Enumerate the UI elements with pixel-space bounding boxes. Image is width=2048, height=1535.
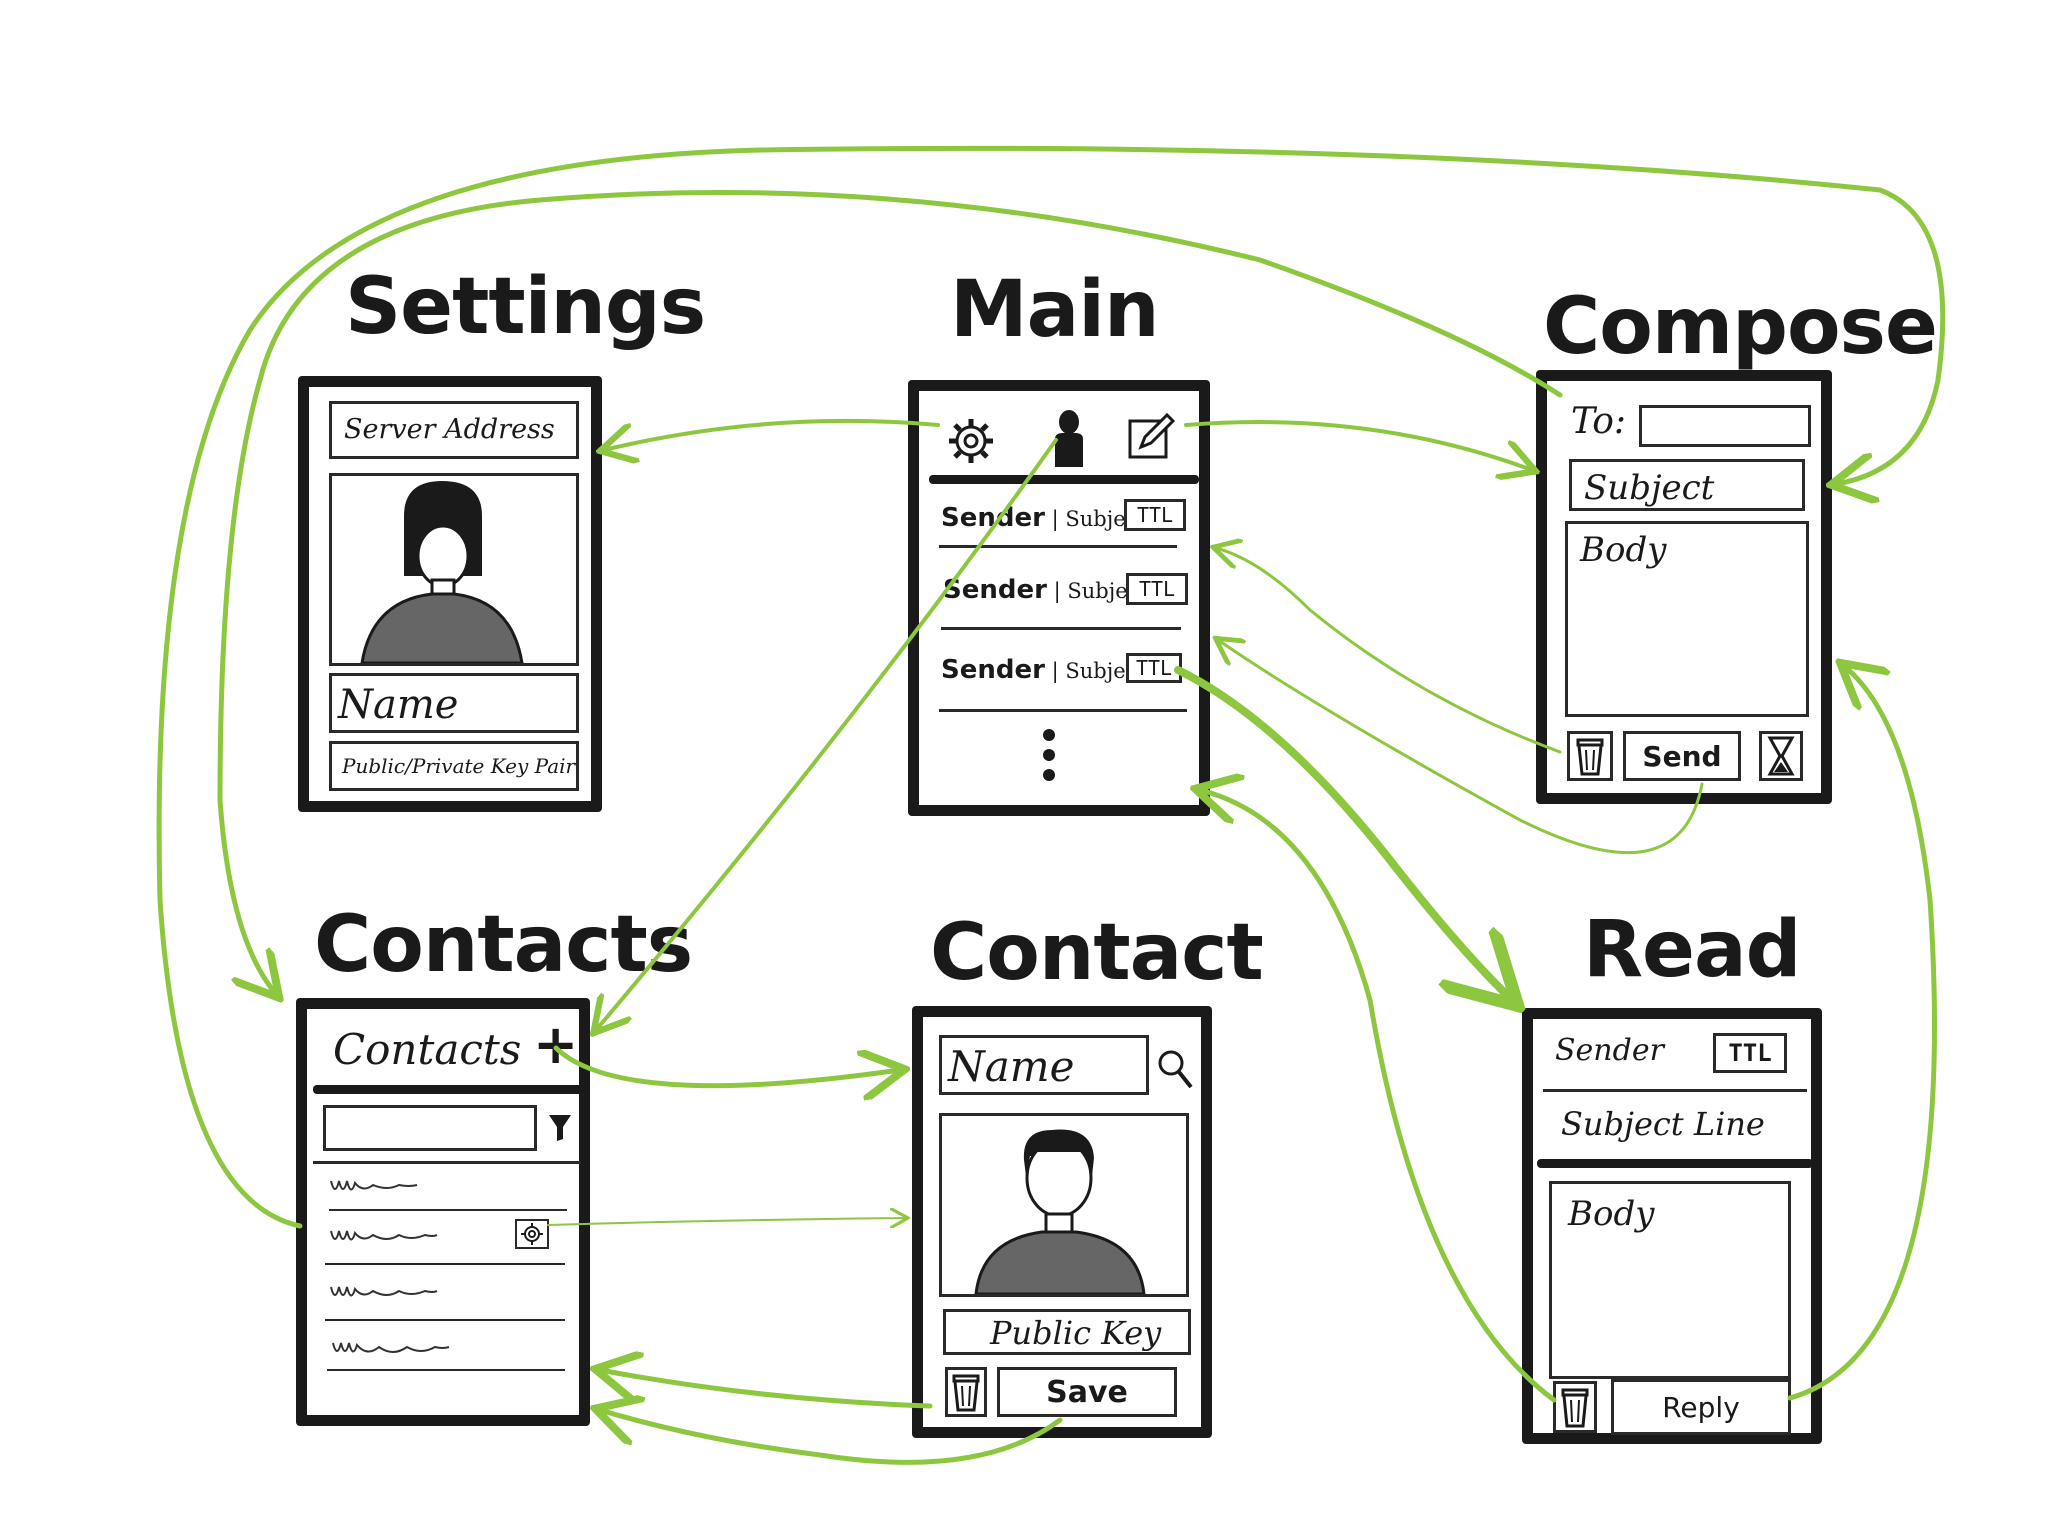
arrow-compose-delete-to-main — [1216, 548, 1562, 754]
arrow-main-to-contacts — [596, 438, 1058, 1030]
arrow-compose-to-contacts-loop — [217, 190, 1563, 995]
arrow-contacts-row-to-contact — [547, 1218, 906, 1225]
arrow-contacts-to-compose-loop — [156, 145, 1946, 1229]
arrow-read-delete-to-main — [1200, 790, 1557, 1403]
arrow-contacts-to-contact — [553, 1045, 900, 1086]
arrow-contact-delete-to-contacts — [600, 1370, 933, 1409]
arrow-main-to-settings — [604, 418, 940, 450]
arrow-main-to-compose — [1184, 420, 1532, 470]
arrow-read-reply-to-compose — [1787, 666, 1937, 1401]
navigation-arrows — [156, 145, 1946, 1465]
navigation-diagram: Settings Server Address Name Public/Priv… — [0, 0, 2048, 1535]
arrow-contact-save-to-contacts — [600, 1410, 1063, 1465]
